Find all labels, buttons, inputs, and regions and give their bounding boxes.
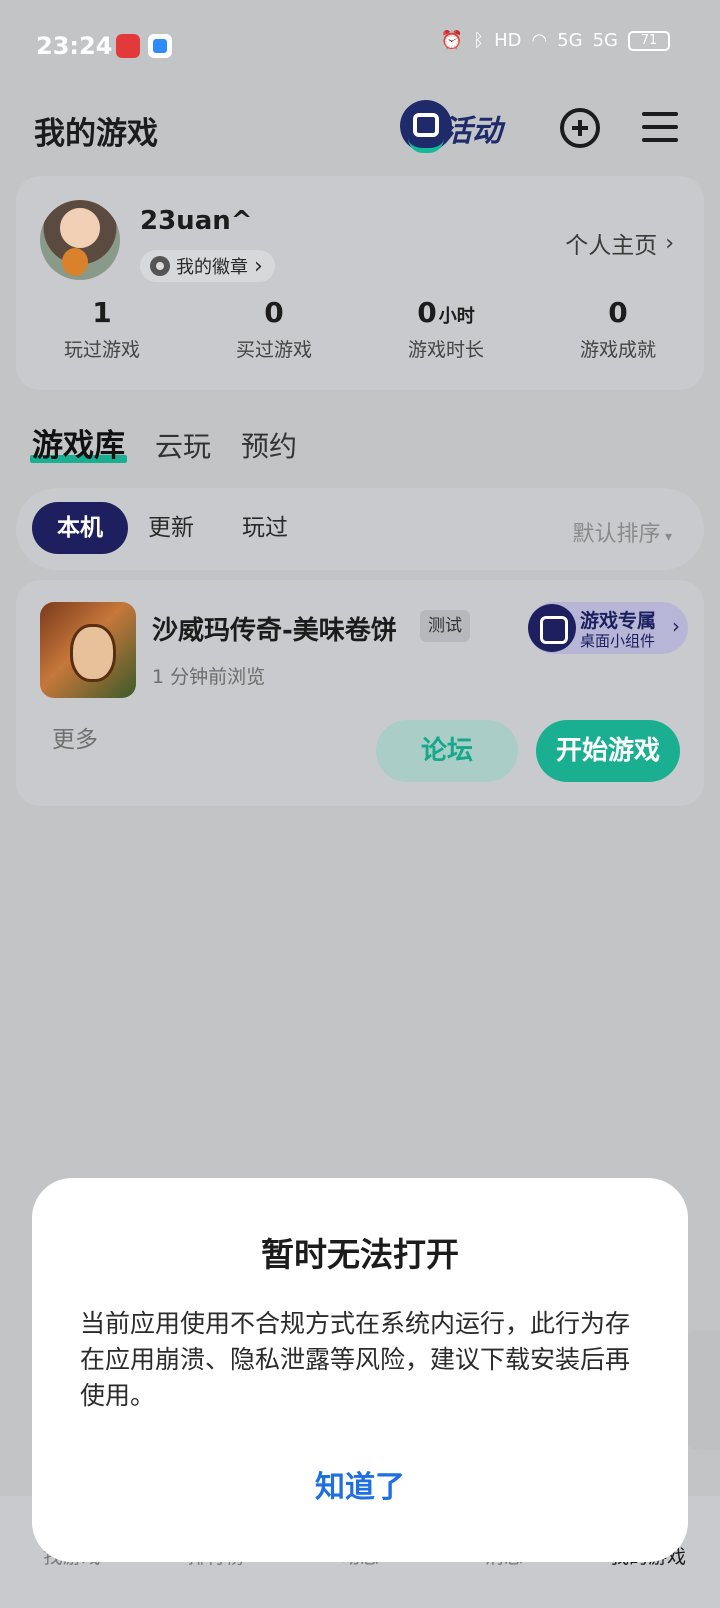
stat-value: 1 <box>92 296 112 329</box>
activity-label: 活动 <box>442 114 502 149</box>
filter-bar: 本机 更新 玩过 默认排序 <box>16 488 704 570</box>
widget-title: 游戏专属 <box>580 610 657 632</box>
menu-icon[interactable] <box>642 110 678 144</box>
desktop-widget-button[interactable]: 游戏专属 桌面小组件 › <box>528 602 688 654</box>
homepage-link[interactable]: 个人主页 › <box>565 226 674 260</box>
stat-achievements[interactable]: 0 游戏成就 <box>532 296 704 362</box>
chevron-right-icon: › <box>665 230 674 256</box>
stat-unit: 小时 <box>438 306 475 327</box>
page-title: 我的游戏 <box>34 116 158 152</box>
stat-label: 买过游戏 <box>235 339 312 361</box>
stat-label: 游戏成就 <box>579 339 656 361</box>
add-icon[interactable] <box>560 108 600 148</box>
start-game-button[interactable]: 开始游戏 <box>536 720 680 782</box>
game-title[interactable]: 沙威玛传奇-美味卷饼 <box>152 610 397 647</box>
more-button[interactable]: 更多 <box>52 720 98 754</box>
alarm-icon: ⏰ <box>440 30 464 51</box>
profile-stats: 1 玩过游戏 0 买过游戏 0 小时 游戏时长 0 游戏成就 <box>16 296 704 362</box>
badge-icon <box>150 256 170 276</box>
activity-button[interactable]: 活动 <box>400 96 524 158</box>
dialog-message: 当前应用使用不合规方式在系统内运行，此行为存在应用崩溃、隐私泄露等风险，建议下载… <box>80 1309 631 1410</box>
stat-bought-games[interactable]: 0 买过游戏 <box>188 296 360 362</box>
error-dialog: 暂时无法打开 当前应用使用不合规方式在系统内运行，此行为存在应用崩溃、隐私泄露等… <box>32 1178 688 1562</box>
filter-chip-local[interactable]: 本机 <box>32 502 128 554</box>
5g-signal-icon: 5G <box>557 30 583 51</box>
last-browsed-time: 1 分钟前浏览 <box>152 666 266 688</box>
avatar[interactable] <box>40 200 120 280</box>
bluetooth-icon: ᛒ <box>473 30 485 51</box>
library-tabs: 游戏库 云玩 预约 <box>30 420 297 465</box>
gamepad-icon <box>528 604 576 652</box>
status-bar: 23:24 ⏰ ᛒ HD ◠ 5G 5G 71 <box>0 0 720 92</box>
stat-label: 玩过游戏 <box>63 339 140 361</box>
tab-game-library[interactable]: 游戏库 <box>30 420 127 465</box>
test-tag: 测试 <box>420 610 470 642</box>
username: 23uan^ <box>140 206 253 236</box>
5g-signal-icon: 5G <box>592 30 618 51</box>
forum-button[interactable]: 论坛 <box>376 720 518 782</box>
widget-subtitle: 桌面小组件 <box>580 632 656 650</box>
stat-value: 0 <box>608 296 628 329</box>
chevron-right-icon: › <box>254 253 263 279</box>
hd-icon: HD <box>494 30 522 51</box>
dialog-title: 暂时无法打开 <box>261 1235 459 1274</box>
filter-chip-update[interactable]: 更新 <box>148 502 194 554</box>
wifi-icon: ◠ <box>531 30 548 51</box>
my-badges-label: 我的徽章 <box>176 257 248 278</box>
homepage-label: 个人主页 <box>565 233 658 259</box>
stat-value: 0 <box>264 296 284 329</box>
sort-dropdown[interactable]: 默认排序 <box>573 516 673 548</box>
stat-label: 游戏时长 <box>407 339 484 361</box>
my-badges-button[interactable]: 我的徽章 › <box>140 250 275 282</box>
stat-played-games[interactable]: 1 玩过游戏 <box>16 296 188 362</box>
tab-reservation[interactable]: 预约 <box>241 425 297 465</box>
status-icons: ⏰ ᛒ HD ◠ 5G 5G 71 <box>441 30 670 51</box>
dialog-ok-button[interactable]: 知道了 <box>32 1462 688 1506</box>
battery-icon: 71 <box>628 30 670 51</box>
filter-chip-played[interactable]: 玩过 <box>242 502 288 554</box>
profile-card: 23uan^ 我的徽章 › 个人主页 › 1 玩过游戏 0 买过游戏 0 小时 游… <box>16 176 704 390</box>
stat-value: 0 <box>417 296 437 329</box>
tab-cloud-play[interactable]: 云玩 <box>155 425 211 465</box>
status-time: 23:24 <box>36 32 113 60</box>
notification-app-icon <box>148 34 172 58</box>
game-card: 沙威玛传奇-美味卷饼 测试 1 分钟前浏览 游戏专属 桌面小组件 › 更多 论坛… <box>16 580 704 806</box>
game-icon[interactable] <box>40 602 136 698</box>
stat-play-time[interactable]: 0 小时 游戏时长 <box>360 296 532 362</box>
chevron-right-icon: › <box>672 614 680 638</box>
notification-app-icon <box>116 34 140 58</box>
